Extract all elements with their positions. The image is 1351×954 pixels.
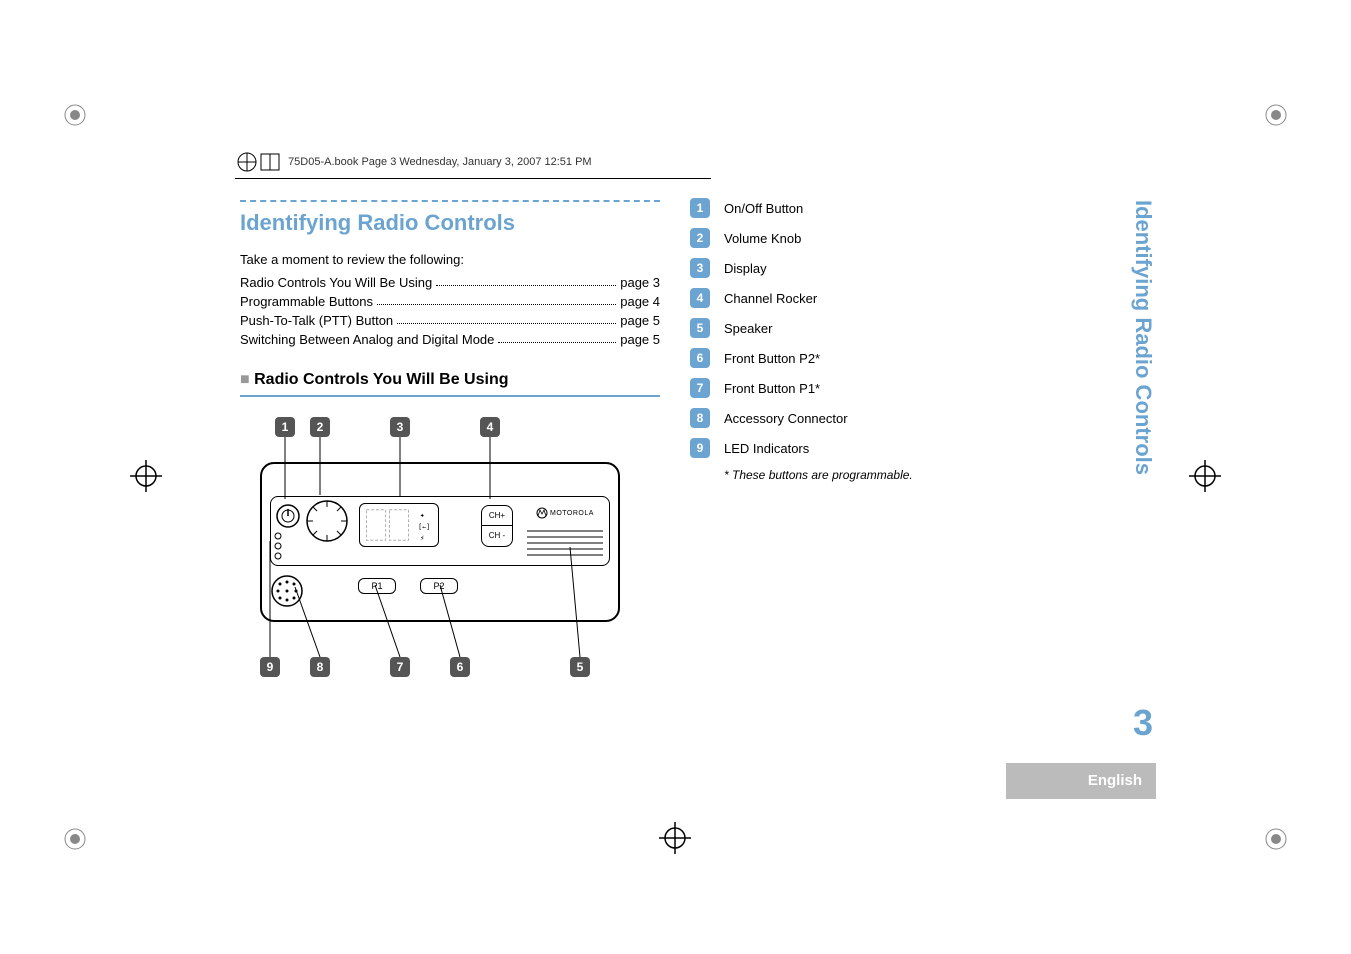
control-item: 1 On/Off Button (690, 198, 990, 218)
toc-label: Programmable Buttons (240, 294, 373, 309)
toc-page: page 5 (620, 313, 660, 328)
toc-label: Switching Between Analog and Digital Mod… (240, 332, 494, 347)
registration-mark-icon (1261, 100, 1291, 130)
callout-5: 5 (570, 657, 590, 677)
control-item: 2 Volume Knob (690, 228, 990, 248)
callout-1: 1 (275, 417, 295, 437)
control-label: Display (724, 261, 767, 276)
toc-page: page 4 (620, 294, 660, 309)
p1-button: P1 (358, 578, 396, 594)
control-num: 1 (690, 198, 710, 218)
motorola-logo-icon (536, 507, 548, 519)
section-heading: Radio Controls You Will Be Using (240, 371, 660, 389)
control-item: 6 Front Button P2* (690, 348, 990, 368)
control-num: 8 (690, 408, 710, 428)
registration-mark-icon (1261, 824, 1291, 854)
callout-2: 2 (310, 417, 330, 437)
toc-item: Push-To-Talk (PTT) Button page 5 (240, 313, 660, 328)
svg-text:[←]: [←] (418, 523, 430, 531)
display-panel: ✦ [←] ⚡ (359, 503, 439, 547)
side-tab-title: Identifying Radio Controls (1126, 200, 1156, 540)
display-digits-icon: ✦ [←] ⚡ (360, 504, 438, 546)
language-box: English (1006, 763, 1156, 799)
toc-label: Push-To-Talk (PTT) Button (240, 313, 393, 328)
control-label: On/Off Button (724, 201, 803, 216)
control-item: 9 LED Indicators (690, 438, 990, 458)
controls-list: 1 On/Off Button 2 Volume Knob 3 Display … (690, 198, 990, 482)
control-num: 9 (690, 438, 710, 458)
registration-mark-icon (60, 824, 90, 854)
toc-dots (436, 275, 616, 286)
toc-page: page 5 (620, 332, 660, 347)
toc-dots (498, 332, 616, 343)
page-container: 75D05-A.book Page 3 Wednesday, January 3… (0, 0, 1351, 954)
page-number: 3 (1133, 702, 1153, 744)
toc-label: Radio Controls You Will Be Using (240, 275, 432, 290)
crosshair-icon (1189, 460, 1221, 492)
callout-7: 7 (390, 657, 410, 677)
control-item: 8 Accessory Connector (690, 408, 990, 428)
control-item: 3 Display (690, 258, 990, 278)
svg-text:⚡: ⚡ (420, 533, 425, 542)
callout-9: 9 (260, 657, 280, 677)
book-icon (235, 150, 285, 174)
channel-up: CH+ (482, 506, 512, 526)
header-text: 75D05-A.book Page 3 Wednesday, January 3… (288, 156, 592, 168)
control-num: 3 (690, 258, 710, 278)
brand-badge: MOTOROLA (527, 505, 603, 523)
control-item: 4 Channel Rocker (690, 288, 990, 308)
speaker-grille-icon (527, 527, 603, 559)
control-num: 5 (690, 318, 710, 338)
accessory-connector-icon (270, 574, 304, 608)
control-label: Front Button P1* (724, 381, 820, 396)
toc-page: page 3 (620, 275, 660, 290)
programmable-note: * These buttons are programmable. (724, 468, 990, 482)
radio-body-outline: ✦ [←] ⚡ CH+ CH - MOTOROLA (260, 462, 620, 622)
callout-8: 8 (310, 657, 330, 677)
header-bar: 75D05-A.book Page 3 Wednesday, January 3… (235, 150, 711, 179)
control-label: Volume Knob (724, 231, 801, 246)
heading-underline (240, 395, 660, 397)
page-title: Identifying Radio Controls (240, 210, 660, 236)
control-num: 4 (690, 288, 710, 308)
dashed-divider (240, 200, 660, 202)
callout-3: 3 (390, 417, 410, 437)
control-num: 6 (690, 348, 710, 368)
control-num: 2 (690, 228, 710, 248)
control-item: 7 Front Button P1* (690, 378, 990, 398)
toc-dots (397, 313, 616, 324)
control-label: Front Button P2* (724, 351, 820, 366)
control-label: LED Indicators (724, 441, 809, 456)
toc-item: Switching Between Analog and Digital Mod… (240, 332, 660, 347)
channel-down: CH - (482, 526, 512, 546)
svg-text:✦: ✦ (420, 510, 425, 519)
toc-item: Programmable Buttons page 4 (240, 294, 660, 309)
intro-text: Take a moment to review the following: (240, 252, 660, 267)
toc-dots (377, 294, 616, 305)
callout-6: 6 (450, 657, 470, 677)
control-label: Channel Rocker (724, 291, 817, 306)
crosshair-icon (659, 822, 691, 854)
callout-4: 4 (480, 417, 500, 437)
p2-button: P2 (420, 578, 458, 594)
control-item: 5 Speaker (690, 318, 990, 338)
main-content-left: Identifying Radio Controls Take a moment… (240, 200, 660, 677)
radio-face: ✦ [←] ⚡ CH+ CH - MOTOROLA (270, 496, 610, 566)
led-indicators-icon (273, 531, 283, 561)
toc-item: Radio Controls You Will Be Using page 3 (240, 275, 660, 290)
registration-mark-icon (60, 100, 90, 130)
control-label: Accessory Connector (724, 411, 848, 426)
volume-knob-icon (303, 497, 351, 545)
control-label: Speaker (724, 321, 772, 336)
radio-diagram: 1 2 3 4 (240, 417, 640, 677)
channel-rocker: CH+ CH - (481, 505, 513, 547)
power-button-icon (275, 503, 301, 529)
control-num: 7 (690, 378, 710, 398)
crosshair-icon (130, 460, 162, 492)
